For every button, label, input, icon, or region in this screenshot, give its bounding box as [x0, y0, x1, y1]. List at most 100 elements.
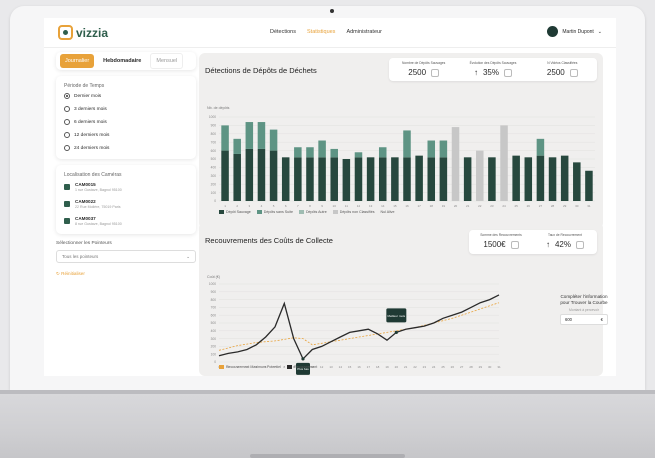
- widget-title: Compléter l'information pour Trouver la …: [560, 294, 608, 305]
- x-tick-label: 20: [454, 204, 458, 208]
- nav-statistiques[interactable]: Statistiques: [307, 29, 335, 35]
- x-tick-label: 27: [460, 365, 464, 369]
- y-tick-label: 800: [211, 132, 217, 136]
- option-label: 3 derniers mois: [74, 106, 107, 112]
- app-screen: vizzia Détections Statistiques Administr…: [44, 18, 616, 376]
- nav-administrateur[interactable]: Administrateur: [346, 29, 381, 35]
- x-tick-label: 1: [224, 204, 226, 208]
- select-value: Tous les pointeurs: [62, 254, 99, 259]
- cameras-card: Localisation des Caméras CAM0015 1 rue Gu…: [56, 165, 196, 234]
- bar-segment: [427, 157, 436, 201]
- timeframe-card: Période de Temps Dernier mois 3 derniers…: [56, 76, 196, 159]
- period-tabs: Journalier Hebdomadaire Mensuel: [56, 52, 196, 70]
- avatar: [547, 26, 559, 37]
- radio-icon[interactable]: [64, 106, 70, 112]
- x-tick-label: 26: [451, 365, 455, 369]
- tab-mensuel[interactable]: Mensuel: [150, 53, 184, 69]
- option-label: 12 derniers mois: [74, 132, 110, 138]
- checkbox-checked-icon[interactable]: [64, 218, 70, 224]
- detections-bar-chart: Nb. de dépôts 0 100 200 300 400 500 600 700 800 90…: [207, 106, 595, 208]
- annotation-label: Meilleur mois: [387, 314, 405, 318]
- costs-panel: Recouvrements des Coûts de Collecte Somm…: [199, 222, 603, 376]
- x-tick-label: 15: [348, 365, 352, 369]
- bar-segment: [257, 122, 266, 149]
- x-tick-label: 22: [478, 204, 482, 208]
- x-tick-label: 9: [321, 204, 323, 208]
- x-tick-label: 25: [441, 365, 445, 369]
- radio-icon[interactable]: [64, 93, 70, 99]
- bar-segment: [366, 157, 375, 201]
- x-tick-label: 17: [367, 365, 371, 369]
- user-menu[interactable]: Martin Dupont ⌄: [547, 26, 602, 37]
- x-tick-label: 24: [432, 365, 436, 369]
- amount-unit: €: [600, 316, 603, 322]
- bar-segment: [269, 150, 278, 201]
- radio-icon[interactable]: [64, 145, 70, 151]
- top-nav: vizzia Détections Statistiques Administr…: [44, 18, 616, 48]
- vizzia-logo-icon: [58, 25, 73, 40]
- x-tick-label: 20: [395, 365, 399, 369]
- series-line: [218, 294, 500, 361]
- y-tick-label: 700: [211, 140, 217, 144]
- bar-segment: [415, 155, 423, 201]
- x-tick-label: 25: [514, 204, 518, 208]
- nav-detections[interactable]: Détections: [270, 29, 296, 35]
- x-tick-label: 13: [369, 204, 373, 208]
- bar-segment: [257, 148, 266, 201]
- x-tick-label: 30: [488, 365, 492, 369]
- pointers-select[interactable]: Tous les pointeurs ⌄: [56, 250, 196, 263]
- camera-item[interactable]: CAM0022 22 Rue Molière, 75019 Paris: [64, 199, 188, 209]
- bar-segment: [560, 155, 569, 201]
- timeframe-option[interactable]: 12 derniers mois: [64, 132, 188, 138]
- x-tick-label: 7: [297, 204, 299, 208]
- legend-item: Dépôts non Classifiés: [332, 210, 375, 215]
- main-nav: Détections Statistiques Administrateur: [270, 29, 382, 35]
- x-tick-label: 24: [502, 204, 506, 208]
- reset-link[interactable]: ↻ Réinitialiser: [56, 271, 196, 277]
- y-tick-label: 100: [211, 191, 217, 195]
- radio-icon[interactable]: [64, 119, 70, 125]
- y-tick-label: 400: [211, 166, 217, 170]
- x-tick-label: 29: [563, 204, 567, 208]
- x-tick-label: 23: [490, 204, 494, 208]
- x-tick-label: 13: [329, 365, 333, 369]
- bar-segment: [476, 150, 484, 201]
- y-tick-label: 1000: [209, 115, 216, 119]
- tab-journalier[interactable]: Journalier: [60, 54, 95, 68]
- chevron-down-icon: ⌄: [186, 253, 190, 259]
- logo[interactable]: vizzia: [58, 25, 108, 40]
- camera-item[interactable]: CAM0037 8 rue Gustave, Bagnol 95100: [64, 216, 188, 226]
- timeframe-option[interactable]: Dernier mois: [64, 93, 188, 99]
- y-tick-label: 300: [211, 174, 217, 178]
- y-tick-label: 100: [211, 352, 217, 356]
- x-tick-label: 5: [273, 204, 275, 208]
- legend-label: Dépôt Sauvage: [226, 210, 251, 214]
- bar-segment: [427, 140, 436, 158]
- camera-item[interactable]: CAM0015 1 rue Gustave, Bagnol 95100: [64, 182, 188, 192]
- radio-icon[interactable]: [64, 132, 70, 138]
- bar-segment: [318, 157, 326, 201]
- y-axis-label: Coût (€): [207, 275, 220, 279]
- bar-segment: [512, 155, 520, 201]
- bar-segment: [524, 157, 533, 201]
- bar-segment: [306, 157, 314, 201]
- x-tick-label: 31: [497, 365, 501, 369]
- bar-segment: [536, 155, 545, 201]
- y-tick-label: 0: [214, 199, 216, 203]
- checkbox-checked-icon[interactable]: [64, 201, 70, 207]
- webcam-icon: [330, 9, 334, 13]
- timeframe-option[interactable]: 24 derniers mois: [64, 145, 188, 151]
- legend-label: Recouvrement Maximum Potentiel: [226, 365, 281, 369]
- bar-segment: [245, 122, 254, 149]
- checkbox-checked-icon[interactable]: [64, 184, 70, 190]
- timeframe-option[interactable]: 6 derniers mois: [64, 119, 188, 125]
- tab-hebdomadaire[interactable]: Hebdomadaire: [98, 54, 146, 68]
- bar-segment: [318, 140, 326, 158]
- amount-input[interactable]: 600 €: [560, 313, 608, 325]
- bar-segment: [500, 125, 508, 201]
- bar-segment: [245, 148, 254, 201]
- timeframe-option[interactable]: 3 derniers mois: [64, 106, 188, 112]
- bar-segment: [573, 162, 581, 201]
- legend-label: Dépôts non Classifiés: [339, 210, 375, 214]
- x-tick-label: 21: [466, 204, 470, 208]
